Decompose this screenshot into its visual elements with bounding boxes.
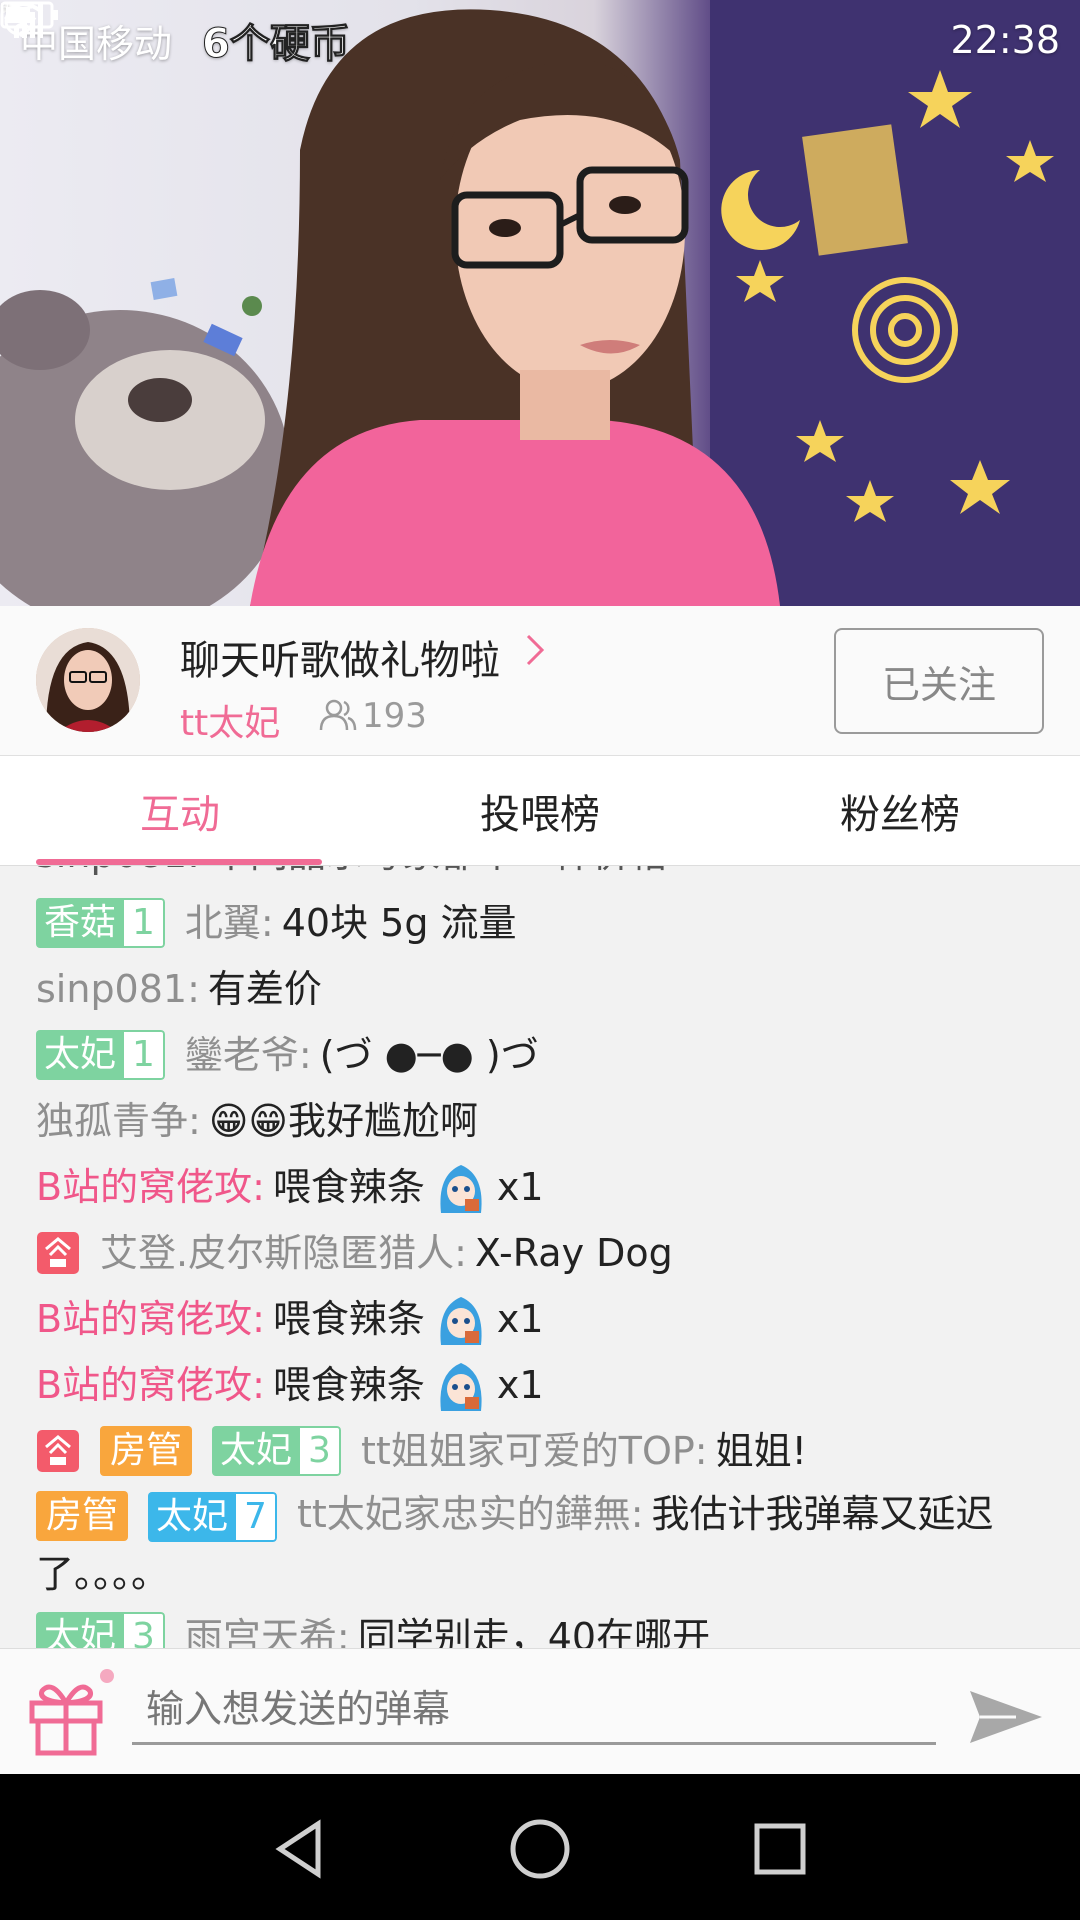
fan-badge[interactable]: 太妃 3 [36, 1612, 165, 1648]
chat-username[interactable]: tt姐姐家可爱的TOP: [361, 1418, 708, 1484]
gift-character-icon [435, 1157, 487, 1217]
chat-username[interactable]: B站的窝佬攻: [36, 1154, 265, 1220]
chat-message: 喂食辣条 [272, 1297, 425, 1341]
chat-line-gift: B站的窝佬攻: 喂食辣条 x1 [36, 1352, 1044, 1418]
fan-badge-level: 3 [124, 1612, 165, 1648]
fan-badge-name: 太妃 [36, 1030, 125, 1080]
gift-count: x1 [496, 1363, 544, 1407]
chat-line: 房管 太妃 3 tt姐姐家可爱的TOP: 姐姐! [36, 1418, 1044, 1484]
tab-feed-ranking[interactable]: 投喂榜 [360, 756, 720, 865]
fan-badge-name: 太妃 [212, 1426, 301, 1476]
chat-message: 同学别走，40在哪开 [357, 1615, 711, 1648]
gift-character-icon [435, 1289, 487, 1349]
chat-line: 独孤青争: 😁😁 我好尴尬啊 [36, 1088, 1044, 1154]
video-frame-illustration [0, 0, 1080, 606]
fan-badge-name: 香菇 [36, 898, 125, 948]
fan-badge-level: 3 [300, 1426, 341, 1476]
chevron-right-icon[interactable] [524, 630, 548, 680]
rank-medal-icon [36, 1231, 80, 1275]
fan-badge-level: 1 [124, 1030, 165, 1080]
coin-count: 6个硬币 [202, 21, 351, 68]
chat-line: 太妃 1 鑾老爷: (づ ●─● )づ [36, 1022, 1044, 1088]
chat-line: 艾登.皮尔斯隐匿猎人: X-Ray Dog [36, 1220, 1044, 1286]
fan-badge-level: 1 [124, 898, 165, 948]
chat-line-clipped: sinp081: 不同品示母家都个一样价格 [36, 866, 1044, 890]
room-admin-badge: 房管 [36, 1491, 129, 1541]
system-navigation-bar [0, 1774, 1080, 1920]
tab-bar: 互动 投喂榜 粉丝榜 [0, 756, 1080, 866]
chat-username[interactable]: 雨宫天希: [185, 1604, 350, 1648]
people-icon [318, 696, 358, 736]
status-bar: 中国移动 6个硬币 H 22:38 [0, 0, 1080, 80]
gift-character-icon [435, 1355, 487, 1415]
chat-username[interactable]: B站的窝佬攻: [36, 1352, 265, 1418]
chat-username[interactable]: B站的窝佬攻: [36, 1286, 265, 1352]
fan-badge[interactable]: 香菇 1 [36, 898, 165, 948]
signal-icon: H [0, 1, 870, 60]
chat-list[interactable]: sinp081: 不同品示母家都个一样价格 香菇1 北翼: 40块 5g 流量 … [0, 866, 1080, 1648]
follow-button[interactable]: 已关注 [834, 628, 1044, 734]
fan-badge[interactable]: 太妃 7 [148, 1491, 277, 1542]
rank-medal-icon [36, 1429, 80, 1473]
danmaku-input-bar [0, 1648, 1080, 1774]
room-title[interactable]: 聊天听歌做礼物啦 [180, 628, 500, 686]
fan-badge[interactable]: 太妃 1 [36, 1030, 165, 1080]
chat-message: 40块 5g 流量 [281, 901, 517, 945]
chat-username[interactable]: 鑾老爷: [185, 1022, 312, 1088]
chat-line: 香菇 1 北翼: 40块 5g 流量 [36, 890, 1044, 956]
chat-message: X-Ray Dog [474, 1231, 673, 1275]
chat-username[interactable]: 独孤青争: [36, 1088, 201, 1154]
chat-message: (づ ●─● )づ [319, 1033, 539, 1077]
chat-message: 我好尴尬啊 [288, 1099, 479, 1143]
no-sim-icon [3, 3, 810, 60]
streamer-info-panel: 聊天听歌做礼物啦 tt太妃 193 已关注 [0, 606, 1080, 756]
back-triangle-icon[interactable] [266, 1814, 336, 1884]
chat-line: 房管 太妃 7 tt太妃家忠实的鏵無: 我估计我弹幕又延迟了。。。。 [36, 1484, 1044, 1604]
chat-line-clipped-text: sinp081: 不同品示母家都个一样价格 [36, 866, 668, 876]
gift-count: x1 [496, 1297, 544, 1341]
gift-count: x1 [496, 1165, 544, 1209]
chat-line: sinp081: 有差价 [36, 956, 1044, 1022]
danmaku-input[interactable] [132, 1675, 936, 1745]
streamer-name[interactable]: tt太妃 [180, 694, 280, 746]
chat-line-gift: B站的窝佬攻: 喂食辣条 x1 [36, 1154, 1044, 1220]
chat-line-gift: B站的窝佬攻: 喂食辣条 x1 [36, 1286, 1044, 1352]
fan-badge-level: 7 [236, 1491, 277, 1542]
chat-message: 有差价 [207, 967, 322, 1011]
grin-emoji-icon: 😁😁 [208, 1099, 289, 1143]
live-video-player[interactable]: 中国移动 6个硬币 H 22:38 [0, 0, 1080, 606]
chat-username[interactable]: sinp081: [36, 956, 200, 1022]
battery-icon [0, 1, 930, 60]
fan-badge-name: 太妃 [36, 1612, 125, 1648]
tab-fan-ranking[interactable]: 粉丝榜 [720, 756, 1080, 865]
viewer-count: 193 [362, 696, 427, 736]
chat-message: 喂食辣条 [272, 1363, 425, 1407]
chat-message: 喂食辣条 [272, 1165, 425, 1209]
send-icon[interactable] [966, 1685, 1046, 1749]
fan-badge-name: 太妃 [148, 1491, 237, 1542]
chat-username[interactable]: 北翼: [185, 890, 274, 956]
notification-dot [100, 1669, 114, 1683]
avatar[interactable] [36, 628, 140, 732]
wifi-icon [0, 2, 750, 60]
home-circle-icon[interactable] [505, 1814, 575, 1884]
chat-line: 太妃 3 雨宫天希: 同学别走，40在哪开 [36, 1604, 1044, 1648]
alarm-icon [4, 1, 690, 60]
chat-message: 姐姐! [715, 1429, 807, 1473]
fan-badge[interactable]: 太妃 3 [212, 1426, 341, 1476]
recents-square-icon[interactable] [745, 1814, 815, 1884]
gift-icon[interactable] [24, 1673, 108, 1757]
chat-username[interactable]: tt太妃家忠实的鏵無: [297, 1492, 644, 1536]
tab-interaction[interactable]: 互动 [0, 756, 360, 865]
clock-time: 22:38 [950, 18, 1060, 62]
chat-username[interactable]: 艾登.皮尔斯隐匿猎人: [100, 1220, 467, 1286]
room-admin-badge: 房管 [100, 1426, 193, 1476]
status-icons: H 22:38 [0, 1, 1060, 62]
active-tab-indicator [36, 859, 322, 865]
